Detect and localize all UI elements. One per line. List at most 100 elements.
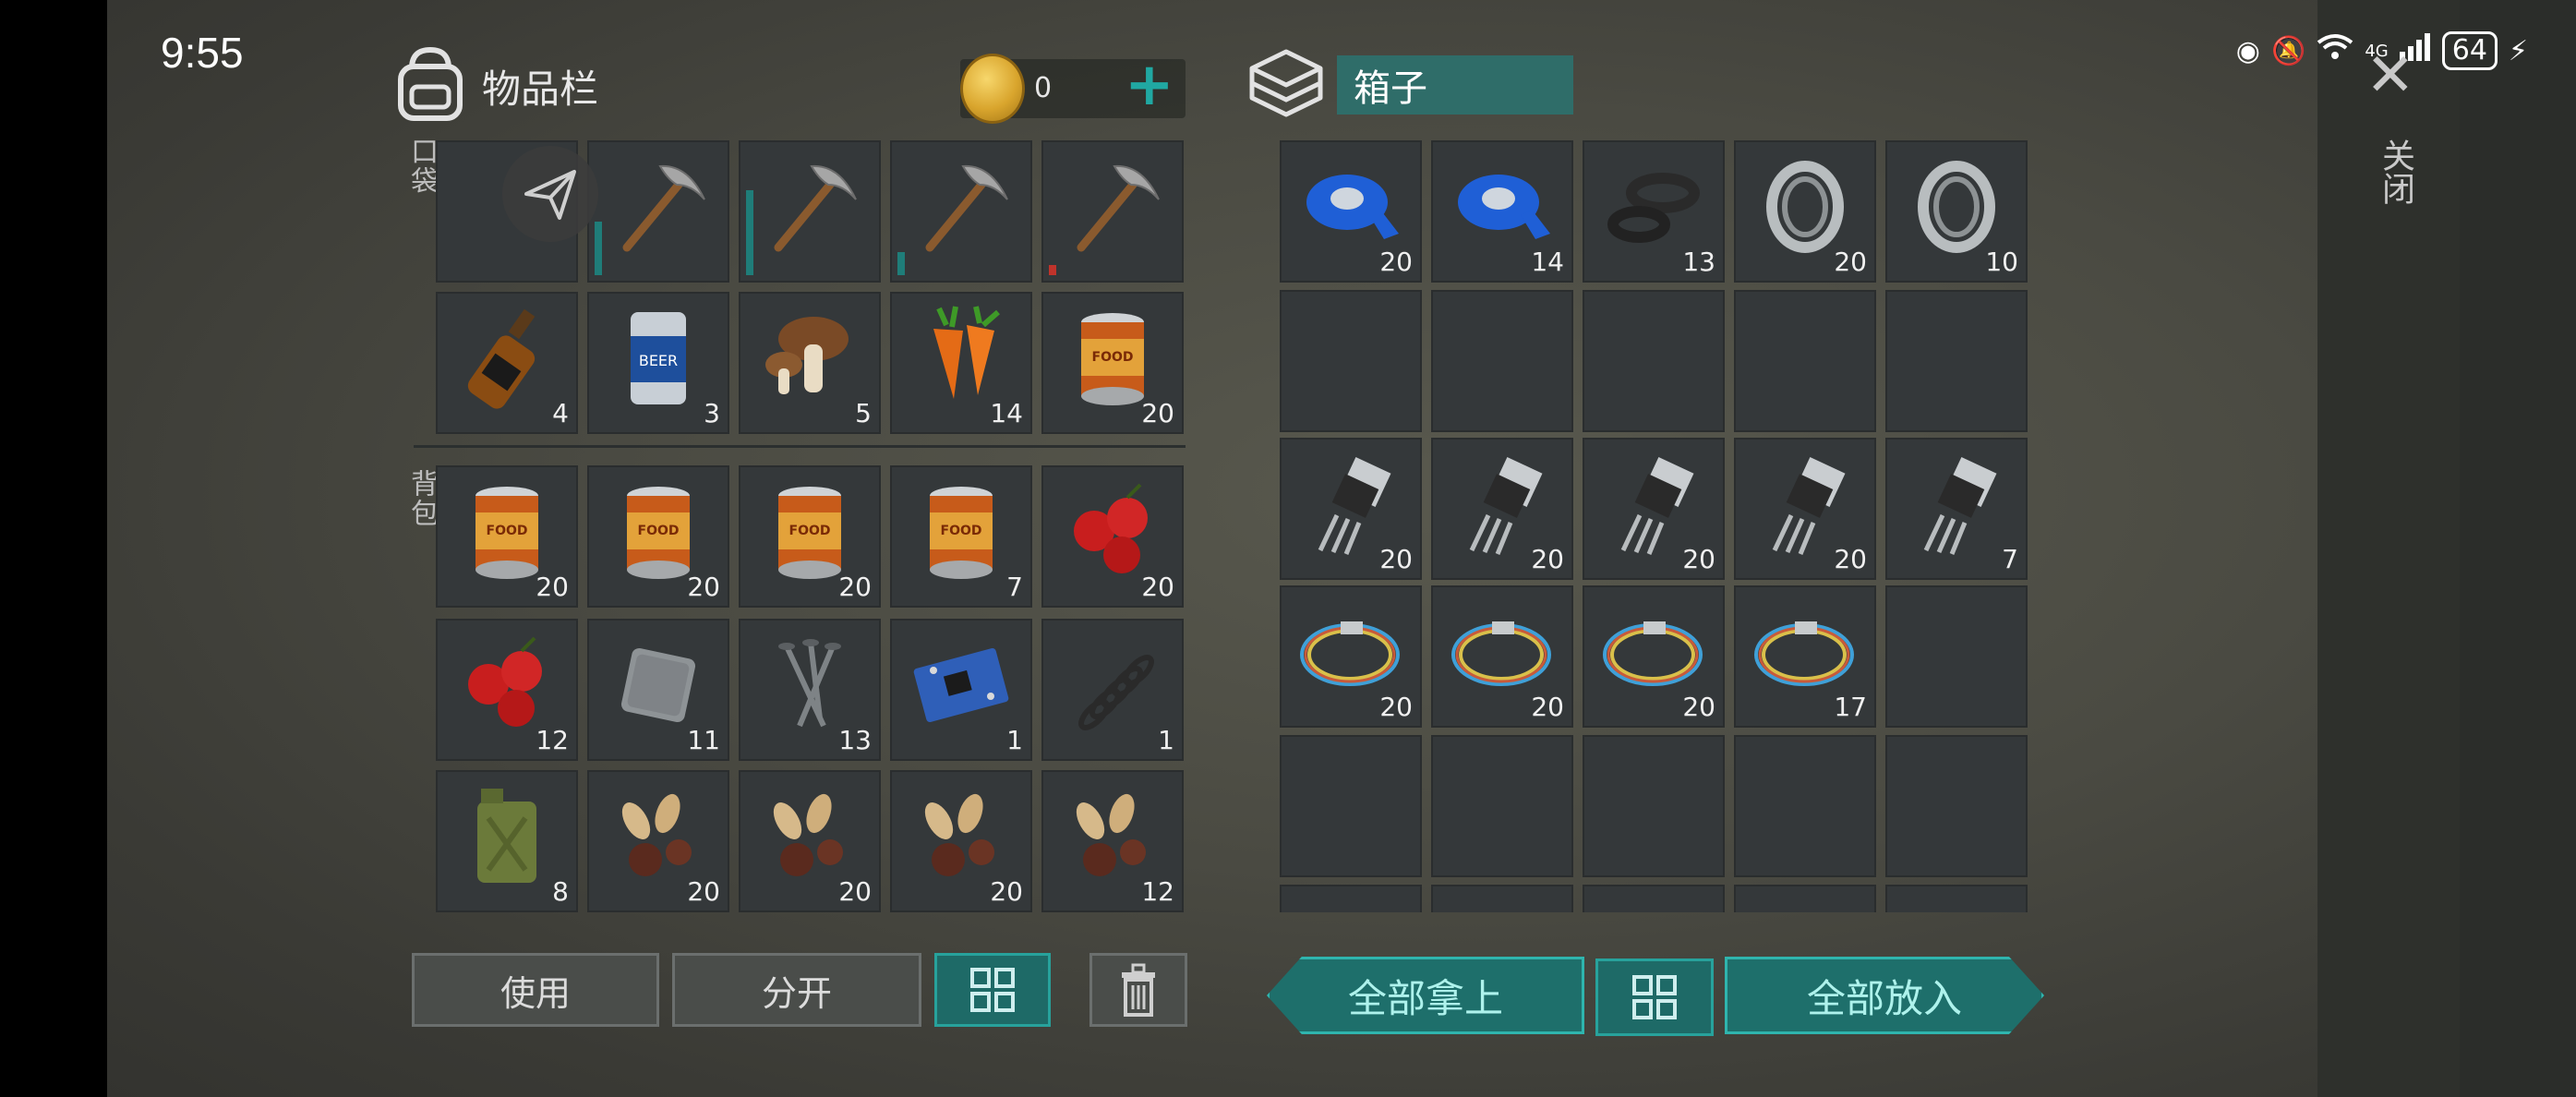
transistor-icon bbox=[1906, 449, 2007, 563]
split-button[interactable]: 分开 bbox=[672, 953, 921, 1027]
inventory.backpack-slot[interactable]: 8 bbox=[436, 770, 578, 912]
inventory.backpack-slot[interactable]: 11 bbox=[587, 619, 729, 761]
close-icon[interactable]: ✕ bbox=[2365, 46, 2415, 105]
inventory.backpack-slot[interactable]: FOOD 20 bbox=[587, 465, 729, 608]
box.items-slot[interactable]: 20 bbox=[1280, 585, 1422, 728]
inventory.pocket-slot[interactable]: BEER 3 bbox=[587, 292, 729, 434]
box-header: 箱子 bbox=[1245, 46, 1573, 124]
svg-text:FOOD: FOOD bbox=[487, 524, 528, 538]
pickaxe-icon bbox=[754, 151, 865, 266]
inventory.backpack-slot[interactable]: 1 bbox=[890, 619, 1032, 761]
food-can-icon: FOOD bbox=[465, 481, 548, 586]
inventory-title: 物品栏 bbox=[482, 66, 599, 112]
mute-bell-icon: 🔕 bbox=[2270, 34, 2306, 67]
box.items-slot[interactable]: 14 bbox=[1431, 140, 1573, 283]
box.items-slot-partial[interactable] bbox=[1431, 885, 1573, 912]
svg-text:FOOD: FOOD bbox=[789, 524, 831, 538]
box.items-slot[interactable]: 20 bbox=[1734, 140, 1876, 283]
berries-icon bbox=[451, 634, 562, 740]
box.items-slot-partial[interactable] bbox=[1280, 885, 1422, 912]
item-count: 14 bbox=[1531, 247, 1564, 277]
inventory.backpack-slot[interactable]: FOOD 7 bbox=[890, 465, 1032, 608]
item-count: 10 bbox=[1985, 247, 2018, 277]
inventory.pocket-slot[interactable] bbox=[739, 140, 881, 283]
box.items-slot[interactable]: 20 bbox=[1280, 438, 1422, 580]
inventory.backpack-slot[interactable]: 20 bbox=[739, 770, 881, 912]
pickaxe-icon bbox=[1057, 151, 1168, 266]
inventory.pocket-slot[interactable]: 5 bbox=[739, 292, 881, 434]
item-count: 11 bbox=[687, 725, 720, 755]
sort-box-button[interactable] bbox=[1595, 958, 1714, 1036]
box.items-slot[interactable]: 13 bbox=[1583, 140, 1725, 283]
inventory.pocket-slot[interactable] bbox=[587, 140, 729, 283]
inventory.pocket-slot[interactable]: FOOD 20 bbox=[1041, 292, 1184, 434]
inventory.backpack-slot[interactable]: 20 bbox=[890, 770, 1032, 912]
box.items-slot[interactable]: 20 bbox=[1280, 140, 1422, 283]
box.items-slot[interactable] bbox=[1280, 735, 1422, 877]
box.items-slot[interactable] bbox=[1734, 290, 1876, 432]
trash-button[interactable] bbox=[1089, 953, 1187, 1027]
inventory.backpack-slot[interactable]: 12 bbox=[1041, 770, 1184, 912]
inventory.backpack-slot[interactable]: 12 bbox=[436, 619, 578, 761]
box.items-slot[interactable]: 7 bbox=[1885, 438, 2028, 580]
inventory.backpack-slot[interactable]: 20 bbox=[1041, 465, 1184, 608]
box.items-slot[interactable] bbox=[1280, 290, 1422, 432]
blue-tape-icon bbox=[1295, 156, 1406, 261]
svg-text:FOOD: FOOD bbox=[1092, 350, 1134, 365]
put-all-button[interactable]: 全部放入 bbox=[1725, 957, 2044, 1034]
blue-tape-icon bbox=[1447, 156, 1558, 261]
box.items-slot[interactable]: 20 bbox=[1431, 585, 1573, 728]
close-label[interactable]: 关闭 bbox=[2371, 139, 2419, 205]
data-sim-icon: ◉ bbox=[2235, 34, 2260, 67]
box.items-slot[interactable] bbox=[1885, 585, 2028, 728]
box.items-slot[interactable]: 20 bbox=[1583, 585, 1725, 728]
item-count: 20 bbox=[1379, 247, 1413, 277]
box.items-slot-partial[interactable] bbox=[1583, 885, 1725, 912]
coin-icon bbox=[960, 54, 1025, 124]
box.items-slot[interactable]: 10 bbox=[1885, 140, 2028, 283]
item-count: 4 bbox=[552, 398, 569, 428]
item-count: 20 bbox=[990, 876, 1023, 907]
box.items-slot[interactable]: 20 bbox=[1583, 438, 1725, 580]
inventory.backpack-slot[interactable]: 1 bbox=[1041, 619, 1184, 761]
box.items-slot[interactable]: 20 bbox=[1734, 438, 1876, 580]
inventory.backpack-slot[interactable]: 13 bbox=[739, 619, 881, 761]
box.items-slot[interactable]: 17 bbox=[1734, 585, 1876, 728]
take-all-button[interactable]: 全部拿上 bbox=[1267, 957, 1584, 1034]
send-button[interactable] bbox=[502, 146, 598, 242]
durability-bar bbox=[897, 252, 905, 275]
item-count: 12 bbox=[536, 725, 569, 755]
box.items-slot[interactable] bbox=[1885, 290, 2028, 432]
item-count: 7 bbox=[1006, 572, 1023, 602]
inventory-header: 物品栏 bbox=[395, 46, 598, 126]
inventory.backpack-slot[interactable]: 20 bbox=[587, 770, 729, 912]
whiskey-bottle-icon bbox=[456, 303, 558, 417]
use-button[interactable]: 使用 bbox=[412, 953, 659, 1027]
inventory.pocket-slot[interactable]: 14 bbox=[890, 292, 1032, 434]
box.items-slot[interactable]: 20 bbox=[1431, 438, 1573, 580]
item-count: 3 bbox=[704, 398, 720, 428]
box.items-slot[interactable] bbox=[1734, 735, 1876, 877]
box.items-slot[interactable] bbox=[1431, 290, 1573, 432]
box.items-slot[interactable] bbox=[1885, 735, 2028, 877]
item-count: 1 bbox=[1006, 725, 1023, 755]
box.items-slot[interactable] bbox=[1583, 735, 1725, 877]
inventory.pocket-slot[interactable]: 4 bbox=[436, 292, 578, 434]
sort-inventory-button[interactable] bbox=[934, 953, 1051, 1027]
box.items-slot-partial[interactable] bbox=[1734, 885, 1876, 912]
inventory.pocket-slot[interactable] bbox=[1041, 140, 1184, 283]
box-icon bbox=[1245, 46, 1328, 124]
inventory.backpack-slot[interactable]: FOOD 20 bbox=[739, 465, 881, 608]
charging-icon: ⚡ bbox=[2508, 34, 2528, 67]
status-time: 9:55 bbox=[161, 29, 244, 77]
seeds-icon bbox=[906, 786, 1017, 891]
item-count: 20 bbox=[536, 572, 569, 602]
inventory.pocket-slot[interactable] bbox=[890, 140, 1032, 283]
inventory.backpack-slot[interactable]: FOOD 20 bbox=[436, 465, 578, 608]
box.items-slot-partial[interactable] bbox=[1885, 885, 2028, 912]
add-coins-button[interactable]: + bbox=[1125, 55, 1174, 115]
box.items-slot[interactable] bbox=[1583, 290, 1725, 432]
box.items-slot[interactable] bbox=[1431, 735, 1573, 877]
send-icon bbox=[524, 170, 576, 220]
item-count: 20 bbox=[838, 572, 872, 602]
